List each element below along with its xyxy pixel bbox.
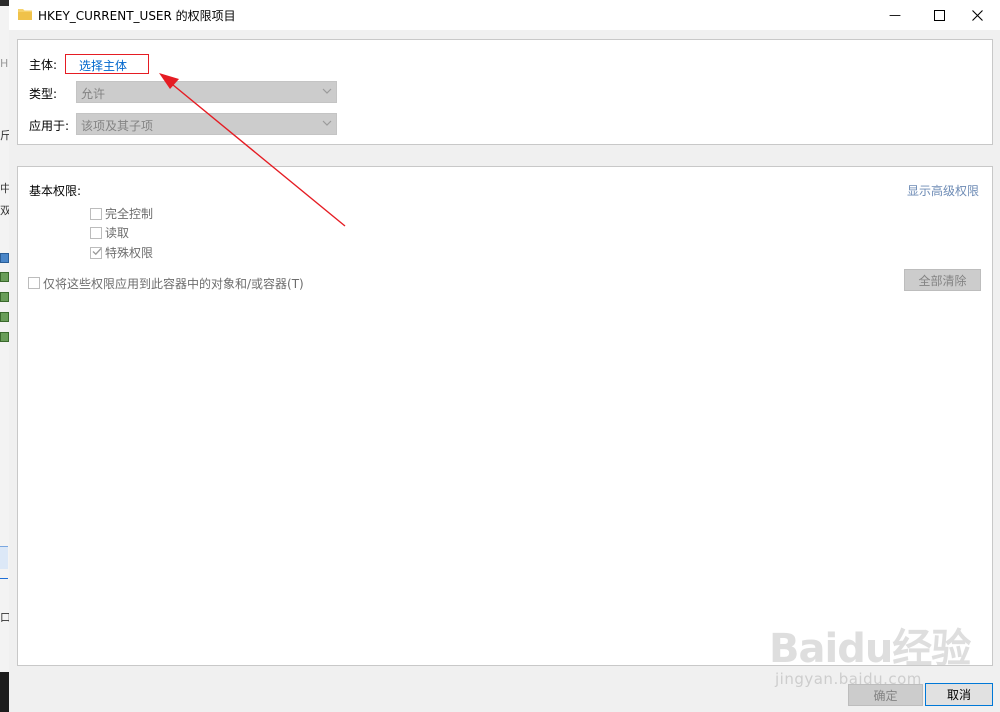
minimize-button[interactable]: — <box>872 0 918 30</box>
title-bar[interactable]: HKEY_CURRENT_USER 的权限项目 — <box>9 0 1000 30</box>
apply-only-within-container-label: 仅将这些权限应用到此容器中的对象和/或容器(T) <box>43 277 304 291</box>
principal-panel: 主体: 选择主体 类型: 允许 应用于: 该项及其子项 <box>17 39 993 145</box>
background-selected-row <box>0 546 8 569</box>
apply-only-within-container-checkbox[interactable] <box>28 277 40 289</box>
cancel-label: 取消 <box>946 688 971 702</box>
ok-label: 确定 <box>873 688 898 703</box>
type-dropdown[interactable]: 允许 <box>76 81 337 103</box>
close-button[interactable] <box>954 0 1000 30</box>
applies-to-selected-value: 该项及其子项 <box>81 119 154 133</box>
special-permissions-label: 特殊权限 <box>105 246 154 260</box>
background-app-icon <box>0 332 9 342</box>
principal-label: 主体: <box>29 58 58 72</box>
applies-to-label: 应用于: <box>29 119 70 133</box>
checkmark-icon <box>92 248 102 256</box>
close-icon <box>971 9 983 21</box>
folder-icon <box>18 9 32 20</box>
background-app-icon <box>0 292 9 302</box>
show-advanced-permissions-link[interactable]: 显示高级权限 <box>907 182 979 199</box>
background-text-fragment: H <box>0 57 9 70</box>
select-principal-highlight[interactable]: 选择主体 <box>65 54 149 74</box>
full-control-label: 完全控制 <box>105 207 154 221</box>
background-taskbar-bottom <box>0 672 9 712</box>
select-principal-link[interactable]: 选择主体 <box>79 57 127 74</box>
background-taskbar-edge <box>0 0 9 6</box>
chevron-down-icon <box>322 88 332 94</box>
type-selected-value: 允许 <box>81 87 106 101</box>
background-app-icon <box>0 272 9 282</box>
clear-all-label: 全部清除 <box>918 273 967 288</box>
background-app-icon <box>0 253 9 263</box>
full-control-checkbox[interactable] <box>90 208 102 220</box>
minimize-icon: — <box>889 8 901 22</box>
chevron-down-icon <box>322 120 332 126</box>
clear-all-button[interactable]: 全部清除 <box>904 269 981 291</box>
dialog-body: 主体: 选择主体 类型: 允许 应用于: 该项及其子项 基本权限: 显示高级权限… <box>9 30 1000 712</box>
background-app-icon <box>0 312 9 322</box>
type-label: 类型: <box>29 87 58 101</box>
background-row <box>0 578 8 601</box>
ok-button[interactable]: 确定 <box>848 684 923 706</box>
window-title: HKEY_CURRENT_USER 的权限项目 <box>38 9 236 23</box>
maximize-icon <box>933 9 945 21</box>
read-label: 读取 <box>105 226 130 240</box>
basic-permissions-heading: 基本权限: <box>29 184 82 198</box>
special-permissions-checkbox[interactable] <box>90 247 102 259</box>
read-checkbox[interactable] <box>90 227 102 239</box>
permissions-panel: 基本权限: 显示高级权限 完全控制 读取 特殊权限 仅将这些权限应用到此容器中的… <box>17 166 993 666</box>
cancel-button[interactable]: 取消 <box>925 683 993 706</box>
applies-to-dropdown[interactable]: 该项及其子项 <box>76 113 337 135</box>
permission-entry-dialog: HKEY_CURRENT_USER 的权限项目 — 主体: 选择主体 类型: 允… <box>9 0 1000 712</box>
